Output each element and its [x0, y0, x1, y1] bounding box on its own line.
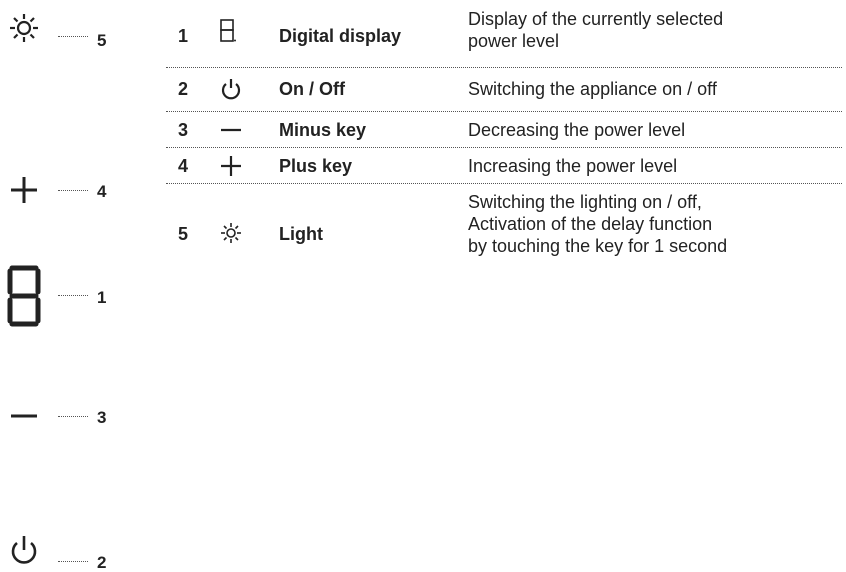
light-icon[interactable]: [6, 8, 42, 68]
light-icon: [219, 221, 243, 245]
control-power: 2: [0, 530, 130, 572]
description-line: power level: [468, 31, 560, 51]
row-name: On / Off: [279, 79, 345, 99]
description-line: by touching the key for 1 second: [468, 236, 728, 256]
row-number: 4: [178, 156, 189, 176]
row-name: Minus key: [279, 120, 367, 140]
control-panel: 5 4 1 3 2: [0, 0, 130, 572]
row-number: 3: [178, 120, 189, 140]
legend-row: 1 Digital display Display of the current…: [166, 0, 842, 68]
control-plus: 4: [0, 159, 130, 219]
legend-row: 2 On / Off Switching the appliance on / …: [166, 68, 842, 112]
description-line: Switching the lighting on / off,: [468, 192, 702, 212]
minus-icon: [219, 118, 243, 142]
row-description: Increasing the power level: [468, 155, 677, 177]
power-icon: [219, 77, 243, 101]
row-number: 2: [178, 79, 189, 99]
legend-row: 3 Minus key Decreasing the power level: [166, 112, 842, 148]
row-description: Decreasing the power level: [468, 119, 685, 141]
description-line: Activation of the delay function: [468, 214, 713, 234]
plus-icon: [219, 154, 243, 178]
plus-icon[interactable]: [6, 159, 42, 219]
control-number: 2: [97, 553, 107, 572]
control-number: 1: [97, 288, 107, 307]
row-description: Display of the currently selected power …: [468, 8, 723, 52]
digital-display-icon: [6, 262, 42, 332]
control-number: 4: [97, 182, 107, 201]
leader-line: [58, 36, 88, 37]
row-name: Digital display: [279, 26, 402, 46]
row-number: 1: [178, 26, 189, 46]
power-icon[interactable]: [6, 530, 42, 572]
digital-display-icon: [219, 18, 237, 44]
legend-table: 1 Digital display Display of the current…: [166, 0, 842, 284]
control-digital-display: 1: [0, 262, 130, 327]
description-line: Switching the appliance on / off: [468, 79, 717, 99]
row-description: Switching the lighting on / off, Activat…: [468, 191, 727, 257]
minus-icon[interactable]: [6, 385, 42, 445]
row-number: 5: [178, 224, 189, 244]
leader-line: [58, 295, 88, 296]
control-minus: 3: [0, 385, 130, 445]
row-name: Light: [279, 224, 323, 244]
leader-line: [58, 561, 88, 562]
control-light: 5: [0, 8, 130, 68]
description-line: Decreasing the power level: [468, 120, 686, 140]
legend-row: 5 Light Switching the lighting on / off,…: [166, 184, 842, 284]
leader-line: [58, 416, 88, 417]
leader-line: [58, 190, 88, 191]
row-description: Switching the appliance on / off: [468, 78, 717, 100]
control-number: 3: [97, 408, 107, 427]
legend-row: 4 Plus key Increasing the power level: [166, 148, 842, 184]
control-number: 5: [97, 31, 107, 50]
description-line: Display of the currently selected: [468, 9, 724, 29]
description-line: Increasing the power level: [468, 156, 678, 176]
row-name: Plus key: [279, 156, 353, 176]
